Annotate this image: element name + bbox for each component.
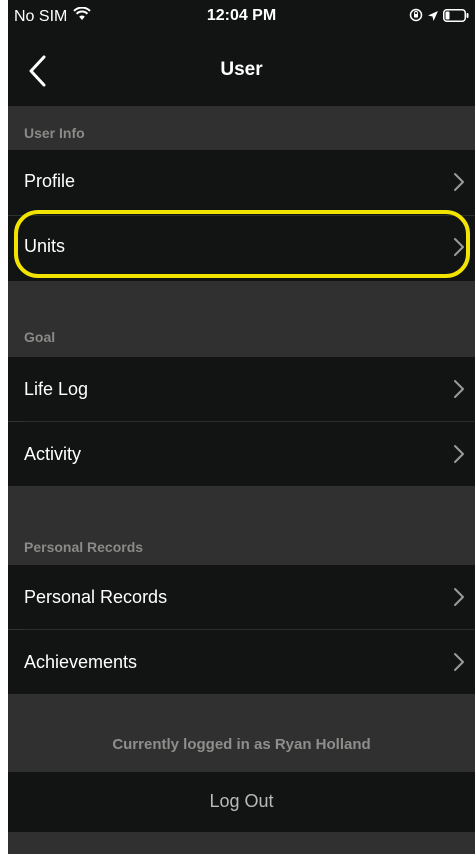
row-label: Personal Records (24, 587, 168, 607)
status-right (405, 8, 469, 27)
page-title: User (220, 59, 263, 80)
logout-button[interactable]: Log Out (8, 772, 475, 832)
logout-label: Log Out (209, 791, 274, 811)
chevron-right-icon (453, 379, 465, 399)
section-header-user-info: User Info (8, 106, 475, 150)
rotation-lock-icon (409, 8, 423, 27)
logged-in-text: Currently logged in as Ryan Holland (112, 736, 371, 753)
row-label: Activity (24, 444, 82, 464)
row-achievements[interactable]: Achievements (8, 630, 475, 694)
section-header-goal: Goal (8, 281, 475, 357)
chevron-right-icon (453, 444, 465, 464)
chevron-right-icon (453, 587, 465, 607)
row-activity[interactable]: Activity (8, 422, 475, 486)
navigation-bar: User (8, 36, 475, 106)
chevron-right-icon (453, 652, 465, 672)
battery-icon (443, 8, 469, 27)
row-label: Achievements (24, 652, 138, 672)
row-profile[interactable]: Profile (8, 150, 475, 215)
location-icon (427, 9, 439, 27)
section-header-label: Goal (24, 329, 56, 345)
row-label: Life Log (24, 379, 89, 399)
highlight-ring (14, 210, 470, 278)
screen: No SIM 12:04 PM User User Info Profile U… (8, 0, 475, 854)
section-header-label: Personal Records (24, 539, 144, 555)
chevron-right-icon (453, 172, 465, 192)
row-label: Profile (24, 171, 76, 191)
row-life-log[interactable]: Life Log (8, 357, 475, 421)
row-personal-records[interactable]: Personal Records (8, 565, 475, 629)
status-bar: No SIM 12:04 PM (8, 0, 475, 36)
section-header-personal-records: Personal Records (8, 486, 475, 565)
section-header-label: User Info (24, 125, 85, 141)
